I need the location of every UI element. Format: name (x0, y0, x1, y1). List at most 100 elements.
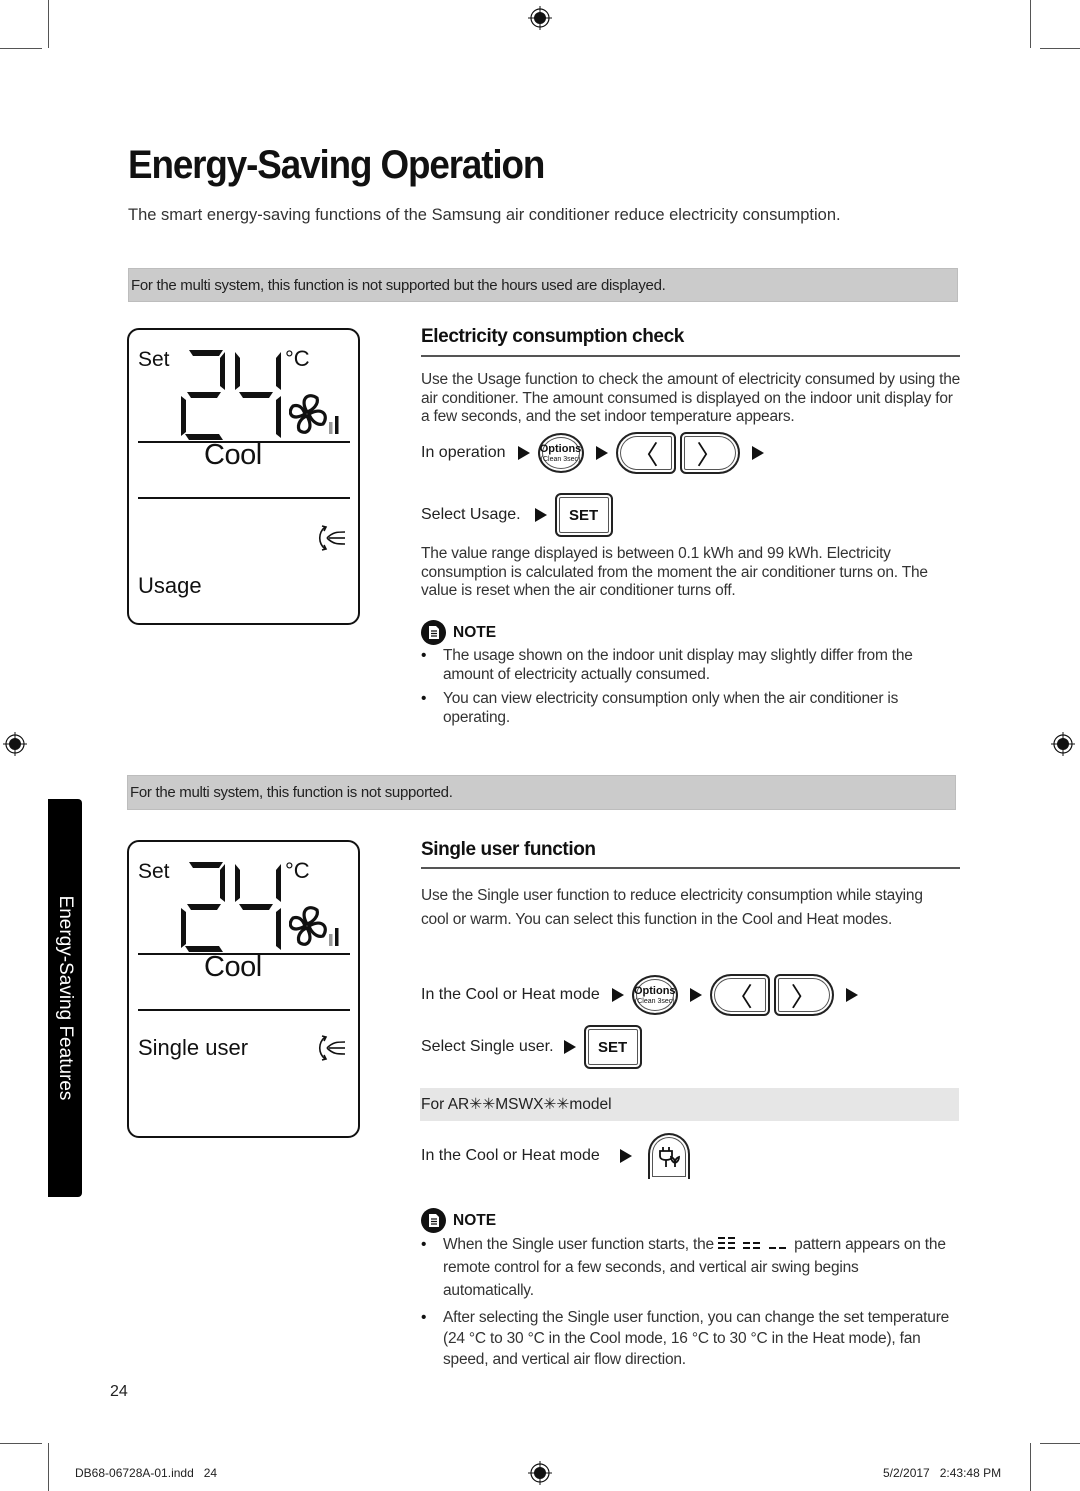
right-button[interactable]: 〉 (773, 974, 834, 1016)
multi-system-notice: For the multi system, this function is n… (127, 775, 956, 810)
options-button-sublabel: (Clean 3sec) (540, 455, 581, 463)
display-set-label: Set (138, 860, 170, 883)
options-button-label: Options (539, 442, 582, 455)
arrow-right-icon (534, 508, 547, 522)
arrow-right-icon (845, 988, 858, 1002)
display-unit: °C (285, 346, 310, 371)
fan-icon (289, 906, 339, 946)
list-item: When the Single user function starts, th… (421, 1233, 951, 1302)
single-user-step-1: In the Cool or Heat mode Options (Clean … (421, 974, 866, 1016)
step-label: Select Usage. (421, 506, 521, 523)
display-function-single-user: Single user (138, 1035, 249, 1060)
single-user-step-3: In the Cool or Heat mode (421, 1133, 690, 1179)
registration-mark-icon (528, 6, 552, 30)
crop-mark-top-left-h (0, 48, 42, 49)
display-divider (138, 497, 350, 499)
registration-mark-icon (1051, 732, 1075, 756)
usage-notes-list: The usage shown on the indoor unit displ… (421, 647, 961, 727)
crop-mark-bottom-right-h (1040, 1443, 1080, 1444)
arrow-right-icon (611, 988, 624, 1002)
options-button[interactable]: Options (Clean 3sec) (537, 433, 584, 473)
display-temperature-digits (181, 350, 281, 440)
display-divider (138, 1009, 350, 1011)
single-user-step-2: Select Single user. SET (421, 1025, 642, 1069)
note-document-icon (421, 620, 446, 645)
note-document-icon (421, 1208, 446, 1233)
options-button[interactable]: Options (Clean 3sec) (631, 975, 678, 1015)
registration-mark-icon (528, 1461, 552, 1485)
note-label: NOTE (453, 1211, 497, 1229)
list-item: You can view electricity consumption onl… (421, 690, 961, 727)
single-user-notes-list: When the Single user function starts, th… (421, 1233, 951, 1370)
plug-leaf-icon (658, 1147, 680, 1167)
single-user-description: Use the Single user function to reduce e… (421, 887, 923, 928)
display-unit: °C (285, 858, 310, 883)
options-button-label: Options (633, 984, 676, 997)
chevron-right-icon: 〉 (790, 981, 817, 1012)
arrow-right-icon (751, 446, 764, 460)
display-set-label: Set (138, 348, 170, 371)
step-label: In the Cool or Heat mode (421, 1147, 600, 1164)
usage-range-text: The value range displayed is between 0.1… (421, 545, 928, 599)
crop-mark-bottom-left-h (0, 1443, 42, 1444)
section-heading-usage: Electricity consumption check (421, 326, 684, 347)
model-note-bar: For AR✳✳MSWX✳✳model (420, 1088, 959, 1121)
multi-system-notice: For the multi system, this function is n… (128, 268, 958, 302)
crop-mark-bottom-right-v (1030, 1443, 1031, 1491)
dash-pattern-icon (718, 1237, 787, 1249)
air-swing-icon (318, 1035, 346, 1061)
arrow-right-icon (689, 988, 702, 1002)
note-text: When the Single user function starts, th… (443, 1236, 714, 1253)
footer-timestamp: 5/2/2017 2:43:48 PM (883, 1466, 1002, 1480)
section-heading-underline (421, 355, 960, 357)
step-label: In the Cool or Heat mode (421, 986, 600, 1003)
step-label: Select Single user. (421, 1038, 554, 1055)
arrow-right-icon (517, 446, 530, 460)
section-heading-single-user: Single user function (421, 839, 596, 860)
display-function-usage: Usage (138, 573, 202, 598)
usage-description: Use the Usage function to check the amou… (421, 371, 961, 425)
air-swing-icon (318, 525, 346, 551)
page-title: Energy-Saving Operation (128, 143, 545, 187)
crop-mark-bottom-left-v (48, 1443, 49, 1491)
crop-mark-top-left-v (48, 0, 49, 48)
set-button[interactable]: SET (583, 1025, 642, 1069)
chevron-right-icon: 〉 (696, 439, 723, 470)
display-mode: Cool (204, 951, 262, 983)
section-heading-underline (421, 867, 960, 869)
note-header: NOTE (421, 1208, 496, 1233)
display-temperature-digits (181, 862, 281, 952)
arrow-right-icon (619, 1149, 632, 1163)
footer-filename: DB68-06728A-01.indd 24 (75, 1466, 218, 1480)
side-tab-label: Energy-Saving Features (55, 895, 76, 1101)
fan-icon (289, 394, 339, 434)
step-label: In operation (421, 444, 506, 461)
usage-step-1: In operation Options (Clean 3sec) 〈 〉 (421, 432, 772, 474)
chevron-left-icon: 〈 (632, 439, 659, 470)
list-item: The usage shown on the indoor unit displ… (421, 647, 961, 684)
display-mode: Cool (204, 439, 262, 471)
indoor-display-usage: Set °C Cool Usage (127, 328, 360, 625)
right-button[interactable]: 〉 (679, 432, 740, 474)
crop-mark-top-right-v (1030, 0, 1031, 48)
left-button[interactable]: 〈 (615, 432, 676, 474)
note-label: NOTE (453, 623, 497, 641)
arrow-right-icon (563, 1040, 576, 1054)
note-header: NOTE (421, 620, 496, 645)
set-button[interactable]: SET (554, 493, 613, 537)
indoor-display-single-user: Set °C Cool Single user (127, 840, 360, 1138)
options-button-sublabel: (Clean 3sec) (634, 997, 675, 1005)
side-tab-energy-saving-features: Energy-Saving Features (48, 799, 82, 1197)
navigation-buttons: 〈 〉 (709, 974, 834, 1016)
plug-leaf-button[interactable] (647, 1133, 690, 1179)
navigation-buttons: 〈 〉 (615, 432, 740, 474)
registration-mark-icon (3, 732, 27, 756)
usage-step-2: Select Usage. SET (421, 493, 613, 537)
chevron-left-icon: 〈 (726, 981, 753, 1012)
page-number: 24 (110, 1383, 128, 1400)
left-button[interactable]: 〈 (709, 974, 770, 1016)
crop-mark-top-right-h (1040, 48, 1080, 49)
list-item: After selecting the Single user function… (421, 1307, 951, 1370)
arrow-right-icon (595, 446, 608, 460)
intro-text: The smart energy-saving functions of the… (128, 206, 841, 224)
